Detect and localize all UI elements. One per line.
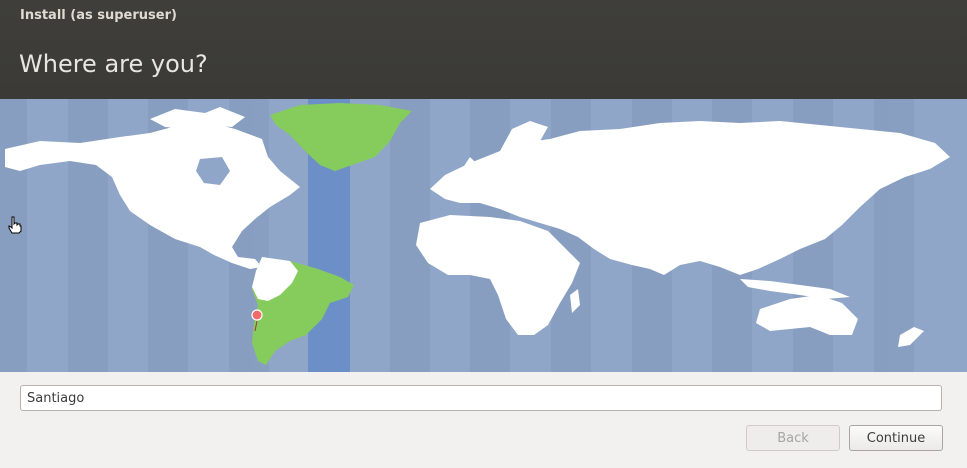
continue-button[interactable]: Continue: [849, 425, 943, 451]
window-title: Install (as superuser): [20, 8, 177, 23]
timezone-map[interactable]: [0, 99, 967, 372]
world-map-svg[interactable]: [0, 99, 967, 372]
hand-pointer-icon: [7, 216, 23, 238]
page-title: Where are you?: [19, 50, 208, 78]
location-input[interactable]: [20, 385, 942, 411]
installer-header: Install (as superuser) Where are you?: [0, 0, 967, 99]
back-button[interactable]: Back: [746, 425, 840, 451]
